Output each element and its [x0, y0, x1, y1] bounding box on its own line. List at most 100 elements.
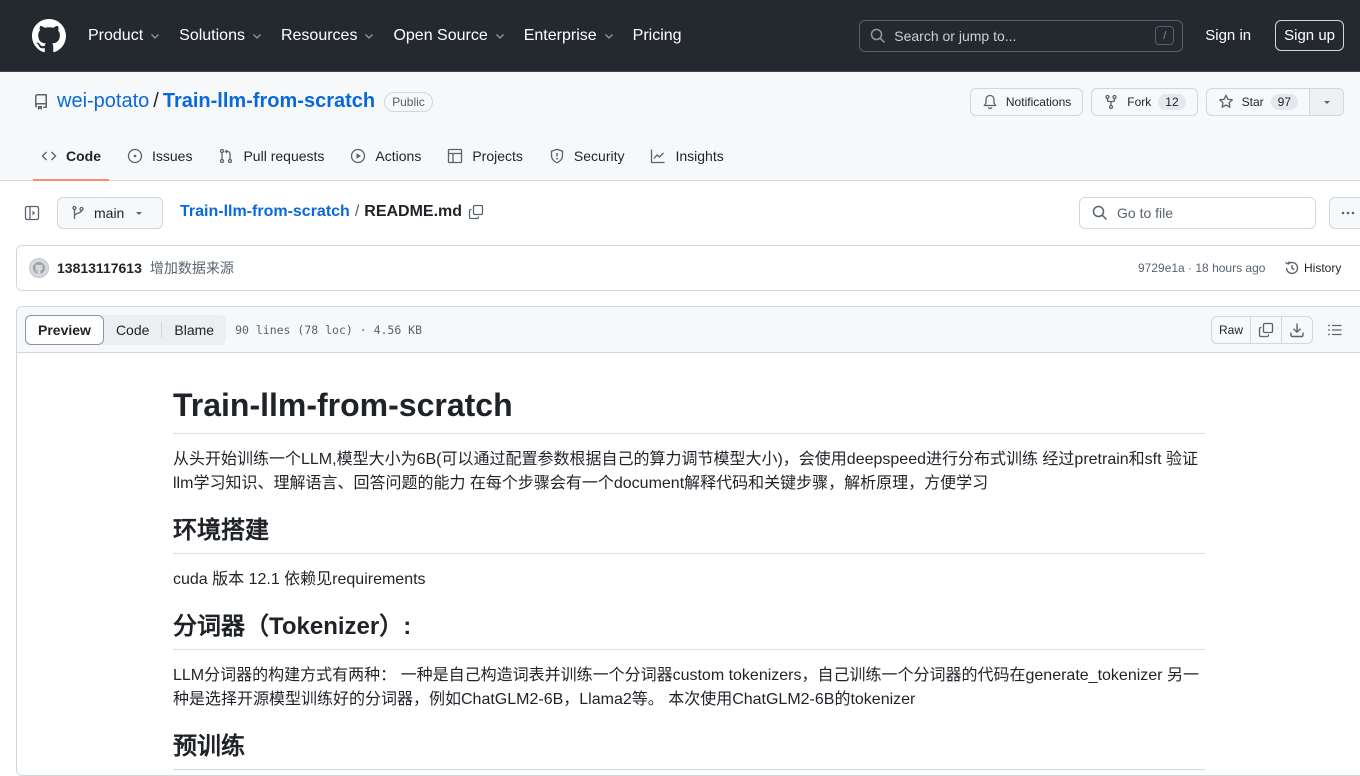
search-shortcut-key: / [1155, 26, 1175, 45]
shield-icon [549, 148, 565, 164]
fork-icon [1103, 94, 1119, 110]
sign-in-link[interactable]: Sign in [1205, 27, 1251, 44]
readme-title: Train-llm-from-scratch [173, 353, 1205, 434]
repo-actions: Notifications Fork 12 Star 97 [962, 88, 1344, 116]
tab-label: Pull requests [243, 148, 325, 164]
copy-icon [1258, 322, 1274, 338]
repo-icon [33, 93, 49, 110]
notifications-button[interactable]: Notifications [969, 88, 1084, 116]
tab-label: Insights [675, 148, 724, 164]
history-label: History [1304, 261, 1342, 275]
tab-label: Code [66, 148, 101, 164]
fork-button[interactable]: Fork 12 [1091, 88, 1198, 116]
repo-tabs: Code Issues Pull requests Actions Projec… [33, 132, 742, 181]
nav-pricing[interactable]: Pricing [633, 27, 682, 45]
expand-sidebar-icon[interactable] [24, 205, 40, 221]
repo-owner-link[interactable]: wei-potato [57, 90, 149, 113]
branch-selector[interactable]: main [57, 197, 163, 229]
nav-label: Pricing [632, 26, 682, 44]
history-button[interactable]: History [1284, 260, 1341, 276]
tab-label: Projects [472, 148, 523, 164]
tab-blame[interactable]: Blame [162, 315, 226, 345]
bell-icon [982, 94, 998, 110]
nav-enterprise[interactable]: Enterprise [524, 27, 615, 45]
raw-button[interactable]: Raw [1212, 317, 1252, 343]
copy-path-icon[interactable] [468, 204, 484, 220]
outline-list-icon[interactable] [1327, 322, 1343, 338]
tab-issues[interactable]: Issues [119, 132, 200, 180]
table-icon [447, 148, 463, 164]
go-to-file-placeholder: Go to file [1117, 205, 1174, 221]
heading-pretrain: 预训练 [173, 732, 1205, 770]
tab-label: Security [573, 148, 625, 164]
branch-name: main [94, 205, 125, 221]
file-toolbar: Preview Code Blame 90 lines (78 loc) · 4… [17, 307, 1360, 353]
breadcrumb-repo-link[interactable]: Train-llm-from-scratch [180, 203, 350, 221]
view-mode-tabs: Preview Code Blame [25, 314, 227, 345]
star-button[interactable]: Star 97 [1205, 88, 1310, 116]
nav-label: Enterprise [523, 26, 597, 44]
fork-count: 12 [1158, 94, 1186, 110]
download-button[interactable] [1282, 317, 1312, 343]
commit-author-link[interactable]: 13813117613 [57, 260, 142, 276]
header-right: Search or jump to... / Sign in Sign up [859, 19, 1344, 52]
star-count: 97 [1270, 94, 1298, 110]
go-to-file-input[interactable]: Go to file [1079, 197, 1316, 229]
tab-actions[interactable]: Actions [342, 132, 429, 180]
file-actions-group: Raw [1211, 316, 1314, 344]
copy-raw-button[interactable] [1251, 317, 1283, 343]
github-logo-icon[interactable] [32, 18, 66, 53]
repo-title: wei-potato / Train-llm-from-scratch Publ… [33, 90, 433, 113]
nav-label: Resources [280, 26, 358, 44]
latest-commit-bar: 13813117613 增加数据来源 9729e1a · 18 hours ag… [16, 245, 1360, 291]
visibility-badge: Public [384, 91, 433, 112]
nav-label: Product [88, 26, 144, 44]
avatar[interactable] [29, 258, 49, 278]
tab-security[interactable]: Security [541, 132, 633, 180]
nav-label: Solutions [179, 26, 245, 44]
notifications-label: Notifications [1005, 95, 1072, 109]
tab-code-view[interactable]: Code [104, 315, 161, 345]
nav-product[interactable]: Product [88, 27, 161, 45]
file-tools: Raw [1211, 316, 1343, 344]
file-viewer: Preview Code Blame 90 lines (78 loc) · 4… [16, 306, 1360, 776]
nav-solutions[interactable]: Solutions [179, 27, 263, 45]
search-icon [1092, 205, 1108, 221]
tab-label: Issues [152, 148, 193, 164]
chevron-down-icon [149, 30, 161, 42]
download-icon [1289, 322, 1305, 338]
issue-icon [127, 148, 143, 164]
file-info: 90 lines (78 loc) · 4.56 KB [235, 322, 423, 337]
tab-insights[interactable]: Insights [642, 132, 731, 180]
tab-label: Actions [375, 148, 422, 164]
repo-header: wei-potato / Train-llm-from-scratch Publ… [0, 72, 1360, 181]
play-icon [350, 148, 366, 164]
tokenizer-text: LLM分词器的构建方式有两种： 一种是自己构造词表并训练一个分词器custom … [173, 667, 1199, 708]
star-button-group: Star 97 [1205, 88, 1344, 116]
repo-name-link[interactable]: Train-llm-from-scratch [163, 90, 375, 113]
tab-code[interactable]: Code [33, 132, 109, 181]
file-navigation: main Train-llm-from-scratch / README.md … [0, 181, 1360, 245]
environment-text: cuda 版本 12.1 依赖见requirements [173, 571, 426, 588]
tab-pull-requests[interactable]: Pull requests [210, 132, 332, 180]
heading-environment: 环境搭建 [173, 516, 1205, 554]
global-search-input[interactable]: Search or jump to... / [859, 19, 1184, 52]
sign-up-button[interactable]: Sign up [1275, 20, 1344, 51]
tab-projects[interactable]: Projects [439, 132, 531, 180]
star-list-dropdown[interactable] [1310, 88, 1344, 116]
more-options-button[interactable] [1329, 197, 1360, 229]
commit-message-link[interactable]: 增加数据来源 [150, 258, 234, 278]
graph-icon [650, 148, 666, 164]
nav-resources[interactable]: Resources [281, 27, 375, 45]
branch-icon [70, 205, 86, 221]
chevron-down-icon [363, 30, 375, 42]
search-icon [870, 28, 886, 44]
tab-preview[interactable]: Preview [25, 314, 104, 345]
history-icon [1284, 260, 1300, 276]
commit-sha-time[interactable]: 9729e1a · 18 hours ago [1138, 261, 1265, 275]
nav-label: Open Source [393, 26, 488, 44]
nav-open-source[interactable]: Open Source [393, 27, 505, 45]
caret-down-icon [134, 208, 144, 218]
global-header: Product Solutions Resources Open Source … [0, 0, 1360, 72]
chevron-down-icon [251, 30, 263, 42]
